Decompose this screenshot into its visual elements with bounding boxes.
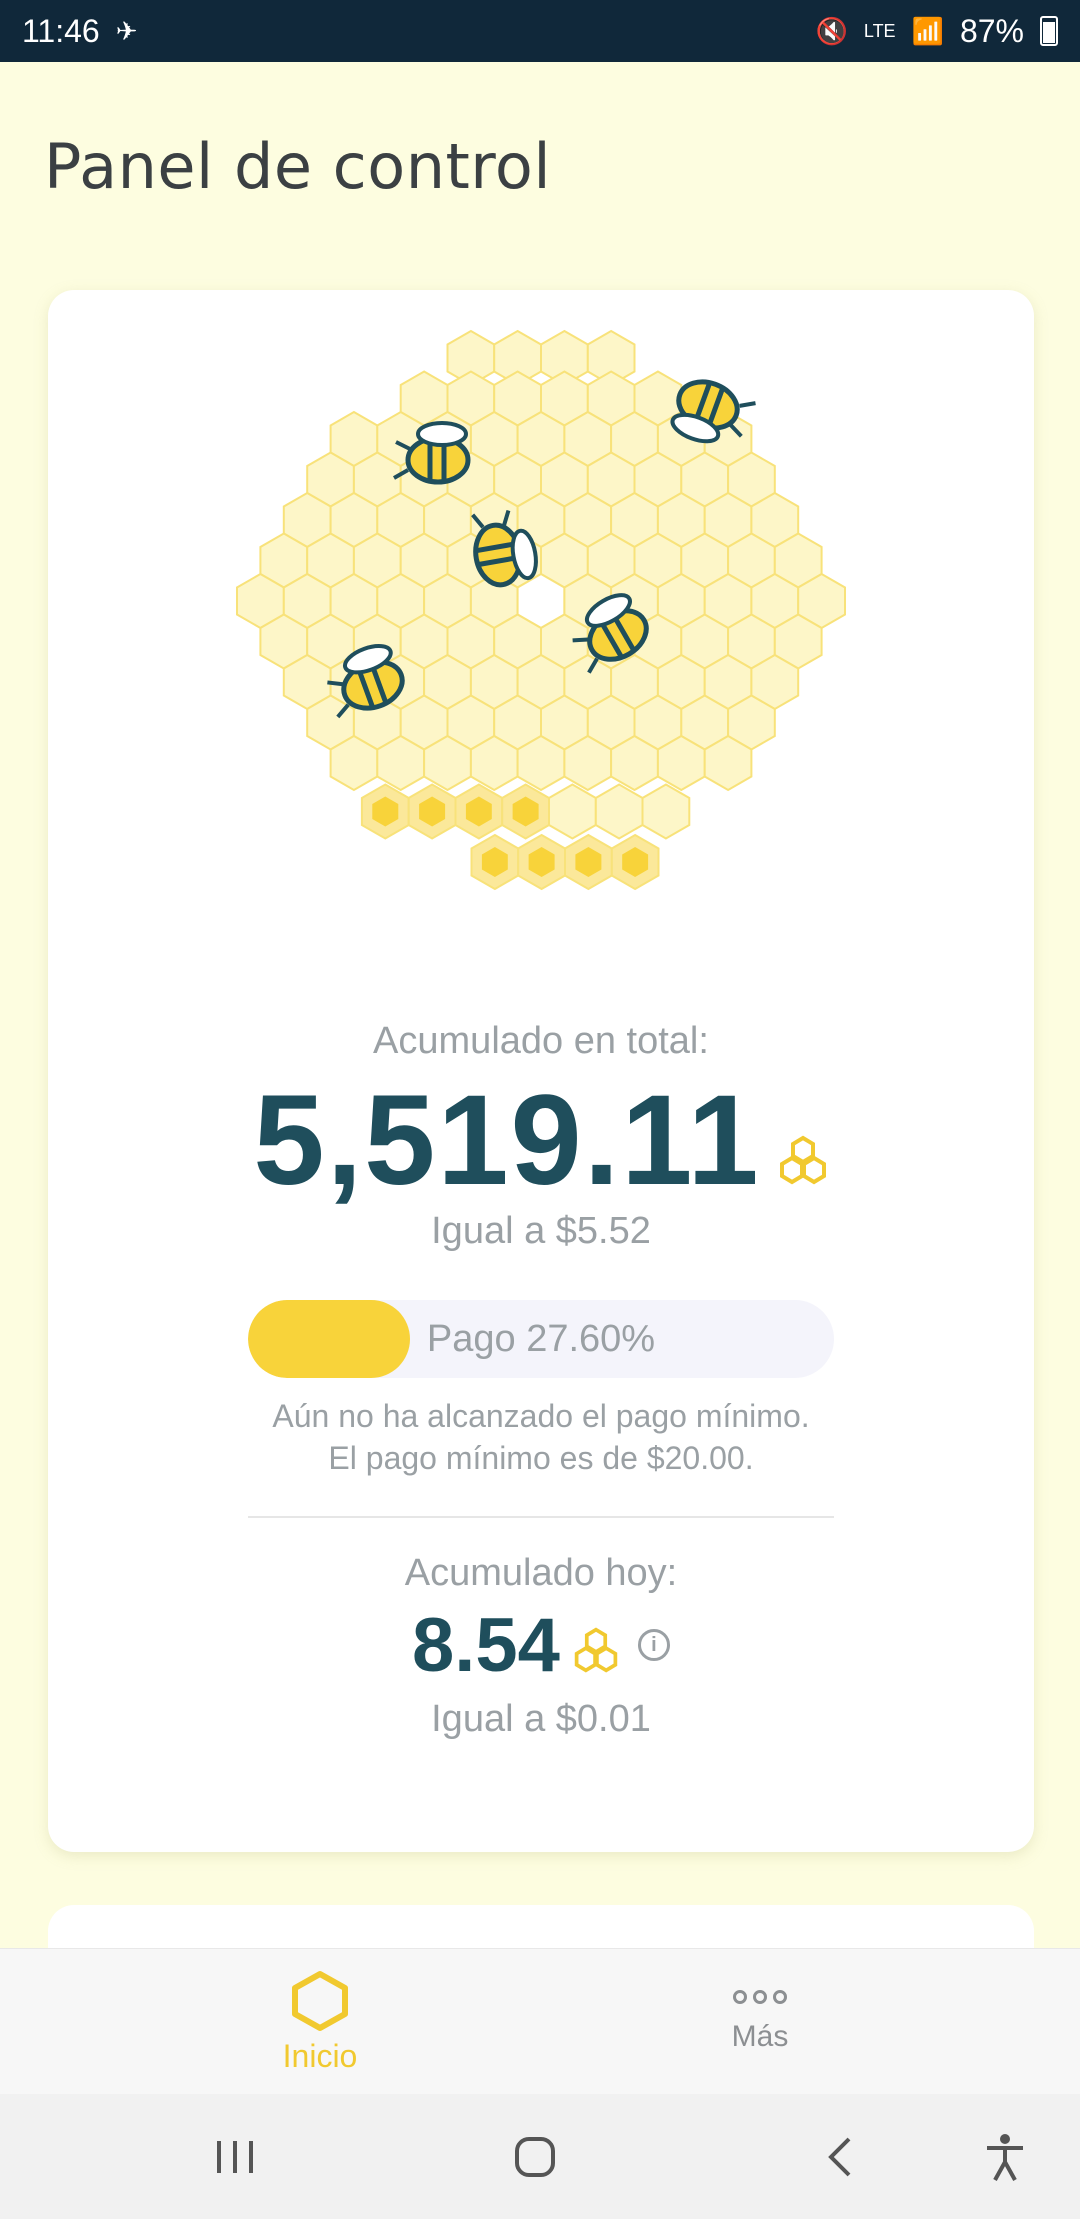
- minimum-note-1: Aún no ha alcanzado el pago mínimo.: [272, 1398, 810, 1434]
- more-dots-icon: [733, 1990, 787, 2004]
- home-button[interactable]: [475, 2094, 595, 2219]
- honeycomb-illustration: [48, 290, 1034, 950]
- total-equal: Igual a $5.52: [431, 1210, 651, 1252]
- back-button[interactable]: [780, 2094, 900, 2219]
- recent-apps-icon: [217, 2140, 253, 2173]
- mute-icon: 🔇: [815, 15, 848, 46]
- today-equal: Igual a $0.01: [431, 1698, 651, 1740]
- status-bar: 11:46 ✈ 🔇 LTE 📶 87%: [0, 0, 1080, 62]
- total-label: Acumulado en total:: [373, 1020, 709, 1062]
- today-value-row: 8.54 i: [48, 1600, 1034, 1690]
- nav-item-inicio[interactable]: Inicio: [170, 1949, 470, 2095]
- today-label: Acumulado hoy:: [404, 1552, 678, 1594]
- bee-notify-icon: ✈: [115, 15, 138, 46]
- minimum-note-2: El pago mínimo es de $20.00.: [328, 1440, 754, 1476]
- wifi-icon: 📶: [911, 15, 944, 46]
- page-title: Panel de control: [44, 130, 552, 203]
- bottom-nav: Inicio Más: [0, 1948, 1080, 2095]
- earnings-card: Acumulado en total: 5,519.11 Igual a $5.…: [48, 290, 1034, 1852]
- status-time: 11:46: [22, 12, 100, 49]
- battery-icon: [1040, 16, 1058, 46]
- honeycomb-cell: [641, 783, 691, 840]
- accessibility-button[interactable]: [945, 2094, 1065, 2219]
- divider: [248, 1516, 834, 1518]
- accessibility-icon: [987, 2133, 1023, 2181]
- total-value: 5,519.11: [253, 1068, 761, 1212]
- home-icon: [515, 2136, 555, 2177]
- recent-apps-button[interactable]: [175, 2094, 295, 2219]
- honey-coin-icon: [779, 1135, 826, 1185]
- today-value: 8.54: [412, 1602, 560, 1688]
- payout-progress-bar: Pago 27.60%: [248, 1300, 834, 1378]
- system-nav-bar: [0, 2094, 1080, 2219]
- honeycomb-cell: [594, 783, 644, 840]
- nav-item-mas[interactable]: Más: [610, 1949, 910, 2095]
- info-icon[interactable]: i: [637, 1629, 670, 1661]
- honeycomb-svg: [236, 329, 846, 891]
- honey-coin-icon: [574, 1627, 618, 1673]
- battery-percent: 87%: [959, 12, 1024, 49]
- volte-icon: LTE: [863, 20, 896, 41]
- payout-progress-label: Pago 27.60%: [426, 1318, 656, 1360]
- honeycomb-cell: [548, 783, 597, 840]
- nav-label-inicio: Inicio: [282, 2037, 358, 2074]
- hexagon-icon: [292, 1970, 348, 2031]
- nav-label-mas: Más: [731, 2020, 789, 2053]
- back-icon: [828, 2137, 851, 2176]
- total-value-row: 5,519.11: [48, 1069, 1034, 1212]
